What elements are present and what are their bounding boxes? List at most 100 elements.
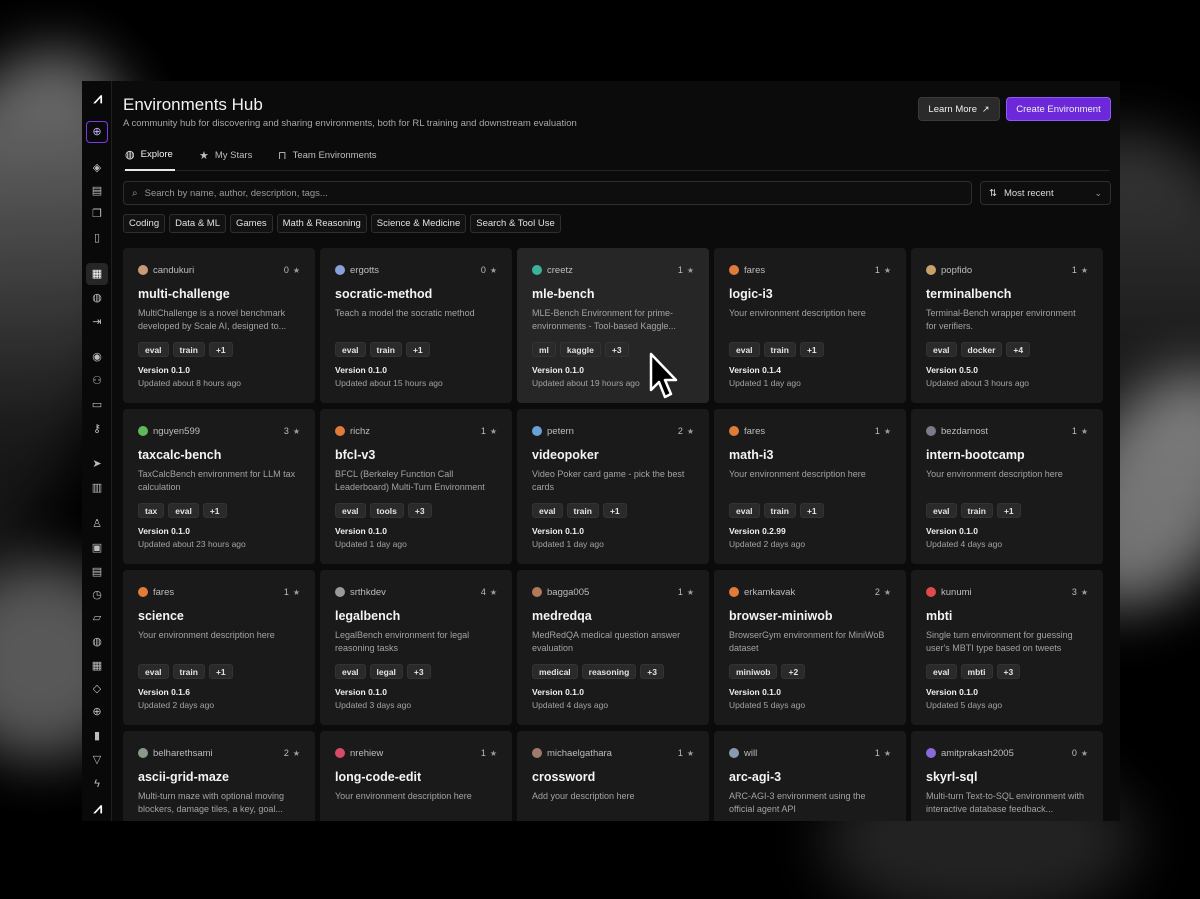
environment-card[interactable]: will 1 ★ arc-agi-3 ARC-AGI-3 environment… bbox=[714, 731, 906, 821]
logo-bottom-icon[interactable]: ⩘ bbox=[88, 799, 106, 817]
tag-icon[interactable]: ◇ bbox=[88, 680, 106, 698]
tag-badge[interactable]: +1 bbox=[602, 503, 627, 518]
globe-icon[interactable]: ◍ bbox=[88, 289, 106, 307]
environment-name[interactable]: logic-i3 bbox=[729, 287, 891, 303]
environment-name[interactable]: browser-miniwob bbox=[729, 609, 891, 625]
author-name[interactable]: bezdarnost bbox=[941, 426, 988, 437]
environment-name[interactable]: taxcalc-bench bbox=[138, 448, 300, 464]
tab-explore[interactable]: ◍ Explore bbox=[125, 139, 175, 171]
inbox-icon[interactable]: ▱ bbox=[88, 609, 106, 627]
tag-badge[interactable]: eval bbox=[926, 503, 957, 518]
filter-chip-science-medicine[interactable]: Science & Medicine bbox=[370, 214, 467, 233]
tag-badge[interactable]: train bbox=[763, 503, 796, 518]
environment-name[interactable]: science bbox=[138, 609, 300, 625]
tag-badge[interactable]: mbti bbox=[960, 664, 993, 679]
environment-card[interactable]: creetz 1 ★ mle-bench MLE-Bench Environme… bbox=[517, 248, 709, 403]
tag-badge[interactable]: +1 bbox=[799, 503, 824, 518]
tag-badge[interactable]: +1 bbox=[208, 342, 233, 357]
environment-name[interactable]: math-i3 bbox=[729, 448, 891, 464]
sort-select[interactable]: ⇅ Most recent ⌄ bbox=[980, 181, 1111, 205]
tag-badge[interactable]: +3 bbox=[604, 342, 629, 357]
tag-badge[interactable]: +1 bbox=[996, 503, 1021, 518]
tag-badge[interactable]: +1 bbox=[208, 664, 233, 679]
briefcase-icon[interactable]: ▣ bbox=[88, 539, 106, 557]
author-name[interactable]: bagga005 bbox=[547, 587, 589, 598]
tag-badge[interactable]: eval bbox=[335, 503, 366, 518]
environment-name[interactable]: socratic-method bbox=[335, 287, 497, 303]
environment-name[interactable]: terminalbench bbox=[926, 287, 1088, 303]
author-name[interactable]: fares bbox=[153, 587, 174, 598]
star-count[interactable]: 4 ★ bbox=[481, 587, 497, 597]
star-count[interactable]: 1 ★ bbox=[875, 265, 891, 275]
author-name[interactable]: fares bbox=[744, 265, 765, 276]
star-count[interactable]: 1 ★ bbox=[284, 587, 300, 597]
server-icon[interactable]: ▤ bbox=[88, 182, 106, 200]
world-icon[interactable]: ⊕ bbox=[88, 703, 106, 721]
environment-name[interactable]: videopoker bbox=[532, 448, 694, 464]
environment-card[interactable]: ergotts 0 ★ socratic-method Teach a mode… bbox=[320, 248, 512, 403]
author-name[interactable]: srthkdev bbox=[350, 587, 386, 598]
tag-badge[interactable]: train bbox=[172, 342, 205, 357]
star-count[interactable]: 2 ★ bbox=[678, 426, 694, 436]
environment-name[interactable]: legalbench bbox=[335, 609, 497, 625]
clock-icon[interactable]: ◷ bbox=[88, 586, 106, 604]
environment-card[interactable]: fares 1 ★ math-i3 Your environment descr… bbox=[714, 409, 906, 564]
star-count[interactable]: 3 ★ bbox=[1072, 587, 1088, 597]
author-name[interactable]: ergotts bbox=[350, 265, 379, 276]
author-name[interactable]: nguyen599 bbox=[153, 426, 200, 437]
star-count[interactable]: 0 ★ bbox=[284, 265, 300, 275]
search-input[interactable] bbox=[144, 187, 925, 199]
tag-badge[interactable]: reasoning bbox=[581, 664, 637, 679]
environment-card[interactable]: bagga005 1 ★ medredqa MedRedQA medical q… bbox=[517, 570, 709, 725]
filter-chip-math-reasoning[interactable]: Math & Reasoning bbox=[276, 214, 367, 233]
environment-name[interactable]: crossword bbox=[532, 770, 694, 786]
star-count[interactable]: 1 ★ bbox=[481, 748, 497, 758]
book-icon[interactable]: ▥ bbox=[88, 479, 106, 497]
environment-name[interactable]: multi-challenge bbox=[138, 287, 300, 303]
file-icon[interactable]: ▯ bbox=[88, 229, 106, 247]
tag-badge[interactable]: eval bbox=[335, 664, 366, 679]
environment-card[interactable]: fares 1 ★ science Your environment descr… bbox=[123, 570, 315, 725]
environment-card[interactable]: belharethsami 2 ★ ascii-grid-maze Multi-… bbox=[123, 731, 315, 821]
author-name[interactable]: creetz bbox=[547, 265, 573, 276]
tab-my-stars[interactable]: ★ My Stars bbox=[199, 139, 252, 171]
new-environment-icon[interactable]: ⊕ bbox=[86, 121, 108, 143]
tag-badge[interactable]: medical bbox=[532, 664, 578, 679]
user-circle-icon[interactable]: ◉ bbox=[88, 348, 106, 366]
tag-badge[interactable]: +3 bbox=[407, 503, 432, 518]
star-count[interactable]: 2 ★ bbox=[875, 587, 891, 597]
globe-alt-icon[interactable]: ◍ bbox=[88, 633, 106, 651]
author-name[interactable]: amitprakash2005 bbox=[941, 748, 1014, 759]
tag-badge[interactable]: tools bbox=[369, 503, 404, 518]
star-count[interactable]: 1 ★ bbox=[678, 265, 694, 275]
author-name[interactable]: michaelgathara bbox=[547, 748, 612, 759]
author-name[interactable]: erkamkavak bbox=[744, 587, 795, 598]
send-icon[interactable]: ➤ bbox=[88, 455, 106, 473]
environment-name[interactable]: intern-bootcamp bbox=[926, 448, 1088, 464]
star-count[interactable]: 1 ★ bbox=[875, 748, 891, 758]
logo-icon[interactable]: ⩘ bbox=[88, 89, 106, 107]
star-count[interactable]: 1 ★ bbox=[875, 426, 891, 436]
filter-chip-coding[interactable]: Coding bbox=[123, 214, 166, 233]
bolt-icon[interactable]: ϟ bbox=[88, 775, 106, 793]
author-name[interactable]: fares bbox=[744, 426, 765, 437]
key-icon[interactable]: ⚷ bbox=[88, 420, 106, 438]
database-icon[interactable]: ▤ bbox=[88, 563, 106, 581]
tag-badge[interactable]: eval bbox=[532, 503, 563, 518]
tag-badge[interactable]: ml bbox=[532, 342, 556, 357]
environment-card[interactable]: erkamkavak 2 ★ browser-miniwob BrowserGy… bbox=[714, 570, 906, 725]
tag-badge[interactable]: tax bbox=[138, 503, 165, 518]
author-name[interactable]: petern bbox=[547, 426, 574, 437]
tag-badge[interactable]: eval bbox=[729, 503, 760, 518]
star-count[interactable]: 2 ★ bbox=[284, 748, 300, 758]
star-count[interactable]: 0 ★ bbox=[481, 265, 497, 275]
environment-card[interactable]: richz 1 ★ bfcl-v3 BFCL (Berkeley Functio… bbox=[320, 409, 512, 564]
filter-icon[interactable]: ▽ bbox=[88, 751, 106, 769]
environment-card[interactable]: bezdarnost 1 ★ intern-bootcamp Your envi… bbox=[911, 409, 1103, 564]
star-count[interactable]: 1 ★ bbox=[678, 587, 694, 597]
filter-chip-data-ml[interactable]: Data & ML bbox=[169, 214, 226, 233]
star-count[interactable]: 3 ★ bbox=[284, 426, 300, 436]
tag-badge[interactable]: legal bbox=[369, 664, 403, 679]
star-count[interactable]: 1 ★ bbox=[1072, 426, 1088, 436]
tab-team-environments[interactable]: ⊓ Team Environments bbox=[278, 139, 377, 171]
